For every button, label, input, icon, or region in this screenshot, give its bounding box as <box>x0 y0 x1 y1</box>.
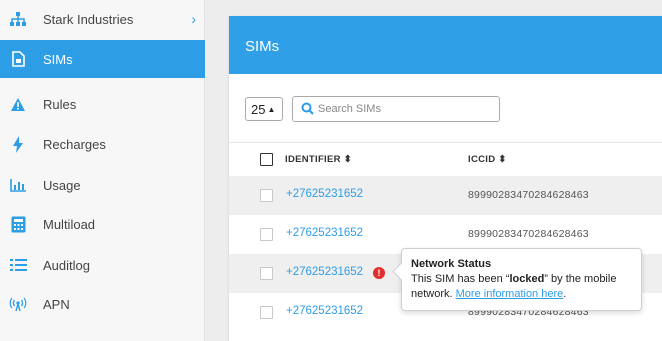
card-header: SIMs <box>229 16 662 74</box>
more-info-link[interactable]: More information here <box>456 288 564 300</box>
org-chart-icon <box>9 10 27 28</box>
sidebar-item-multiload[interactable]: Multiload <box>0 205 205 243</box>
row-checkbox[interactable] <box>260 228 273 241</box>
tooltip-title: Network Status <box>411 258 492 270</box>
sort-icon: ⬍ <box>343 154 352 165</box>
sidebar-item-label: Recharges <box>43 136 106 152</box>
status-text: locked <box>509 273 545 285</box>
table-row[interactable]: +27625231652 89990283470284628463 <box>229 176 662 215</box>
table-header: IDENTIFIER ⬍ ICCID ⬍ <box>229 142 662 176</box>
column-header-identifier[interactable]: IDENTIFIER ⬍ <box>285 154 352 165</box>
org-label: Stark Industries <box>43 11 134 27</box>
sidebar-item-label: Rules <box>43 96 77 112</box>
sort-icon: ⬍ <box>498 154 507 165</box>
identifier-link[interactable]: +27625231652 <box>286 227 363 239</box>
sidebar-item-sims[interactable]: SIMs <box>0 40 205 78</box>
tooltip-body: This SIM has been “locked” by the mobile… <box>411 273 617 300</box>
sidebar-item-label: Auditlog <box>43 257 90 273</box>
bar-chart-icon <box>9 176 27 194</box>
sidebar-item-rules[interactable]: Rules <box>0 85 205 123</box>
sim-card-icon <box>9 50 27 68</box>
sidebar-item-label: SIMs <box>43 51 73 67</box>
error-icon[interactable]: ! <box>373 267 385 279</box>
sort-caret-icon: ▲ <box>267 104 276 114</box>
sidebar: Stark Industries › SIMs Rules Recharges … <box>0 0 205 341</box>
search-placeholder: Search SIMs <box>318 103 381 115</box>
chevron-right-icon: › <box>191 11 196 27</box>
identifier-link[interactable]: +27625231652 <box>286 188 363 200</box>
warning-icon <box>9 95 27 113</box>
column-header-iccid[interactable]: ICCID ⬍ <box>468 154 507 165</box>
sidebar-item-recharges[interactable]: Recharges <box>0 125 205 163</box>
iccid-value: 89990283470284628463 <box>468 228 589 240</box>
network-status-tooltip: Network Status This SIM has been “locked… <box>401 248 642 311</box>
antenna-icon <box>9 295 27 313</box>
search-icon <box>301 102 314 120</box>
sidebar-item-label: APN <box>43 296 70 312</box>
identifier-link[interactable]: +27625231652 <box>286 305 363 317</box>
row-checkbox[interactable] <box>260 189 273 202</box>
row-checkbox[interactable] <box>260 267 273 280</box>
select-all-checkbox[interactable] <box>260 153 273 166</box>
sidebar-item-apn[interactable]: APN <box>0 285 205 323</box>
sidebar-item-usage[interactable]: Usage <box>0 166 205 204</box>
iccid-value: 89990283470284628463 <box>468 189 589 201</box>
identifier-link[interactable]: +27625231652 <box>286 266 363 278</box>
sidebar-item-auditlog[interactable]: Auditlog <box>0 246 205 284</box>
org-switcher[interactable]: Stark Industries › <box>0 0 205 38</box>
page-title: SIMs <box>245 38 280 55</box>
calculator-icon <box>9 215 27 233</box>
lightning-icon <box>9 135 27 153</box>
sidebar-item-label: Usage <box>43 177 81 193</box>
search-input[interactable]: Search SIMs <box>292 96 500 122</box>
list-icon <box>9 256 27 274</box>
page-size-select[interactable]: 25 ▲ <box>245 97 283 121</box>
sidebar-item-label: Multiload <box>43 216 96 232</box>
row-checkbox[interactable] <box>260 306 273 319</box>
page-size-value: 25 <box>251 101 266 117</box>
